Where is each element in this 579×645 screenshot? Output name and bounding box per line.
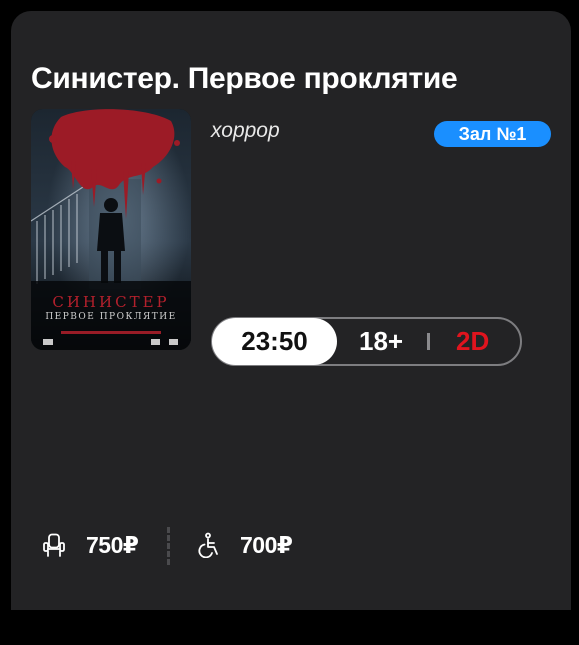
price-divider xyxy=(167,527,170,565)
seat-icon xyxy=(43,533,65,557)
poster-subtitle: ПЕРВОЕ ПРОКЛЯТИЕ xyxy=(45,312,177,322)
price-standard: 750₽ xyxy=(41,529,139,561)
price-standard-value: 750₽ xyxy=(86,531,139,558)
poster-title: СИНИСТЕР xyxy=(52,293,170,311)
movie-title[interactable]: Синистер. Первое проклятие xyxy=(31,61,458,97)
movie-card[interactable]: Синистер. Первое проклятие СИНИСТЕР ПЕРВ… xyxy=(11,11,571,610)
session-time[interactable]: 23:50 xyxy=(212,318,337,365)
price-disabled-value: 700₽ xyxy=(240,531,293,558)
session-separator xyxy=(427,333,430,350)
hall-badge: Зал №1 xyxy=(434,121,551,147)
wheelchair-icon xyxy=(198,532,218,558)
movie-genre: хоррор xyxy=(211,119,280,142)
price-disabled: 700₽ xyxy=(195,529,293,561)
movie-poster[interactable]: СИНИСТЕР ПЕРВОЕ ПРОКЛЯТИЕ xyxy=(31,109,191,350)
session-format: 2D xyxy=(456,326,490,356)
age-rating: 18+ xyxy=(359,326,404,356)
session-button[interactable]: 23:50 18+ 2D xyxy=(211,317,522,366)
